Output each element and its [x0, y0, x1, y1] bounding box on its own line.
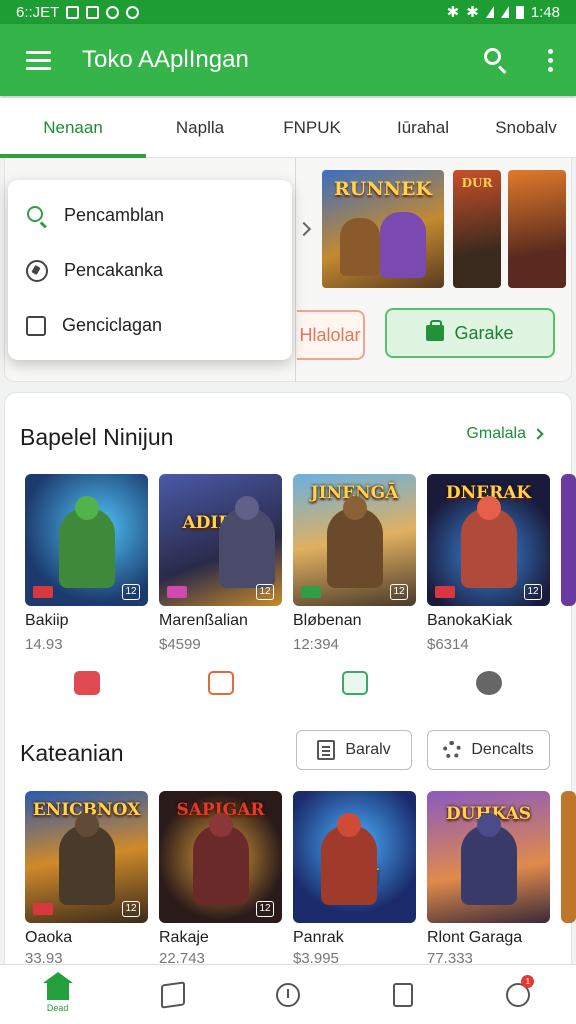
- game-character: [59, 825, 115, 905]
- install-icon[interactable]: [208, 671, 234, 695]
- gear-icon: [443, 741, 462, 759]
- menu-icon: [26, 50, 51, 54]
- chat-status-icon: [126, 5, 140, 19]
- app-name: Oaoka: [25, 929, 73, 946]
- app-tile-partial[interactable]: [561, 474, 576, 606]
- notification-status-icon: [86, 5, 100, 19]
- shopping-bag-icon: [426, 320, 445, 341]
- chevron-right-icon[interactable]: [296, 221, 312, 237]
- nav-library[interactable]: [373, 965, 433, 1024]
- search-button[interactable]: [476, 40, 516, 80]
- more-options-button[interactable]: [538, 40, 562, 80]
- page-title: Toko AAplIngan: [82, 46, 249, 73]
- compass-icon: [26, 259, 48, 282]
- bottom-navigation: Dead 1: [0, 964, 576, 1024]
- nav-explore[interactable]: [143, 965, 203, 1024]
- section-title-categories: Kateanian: [20, 740, 124, 766]
- tab-nenaan[interactable]: Nenaan: [0, 98, 146, 158]
- status-left-text: 6::JET: [16, 3, 60, 21]
- app-tile[interactable]: SAPIGAR 12: [159, 791, 282, 923]
- home-icon: [42, 972, 73, 1000]
- app-price: 12:394: [293, 636, 339, 653]
- leaf-icon[interactable]: [476, 671, 502, 695]
- app-bar: Toko AAplIngan: [0, 24, 576, 96]
- clock-icon: [275, 982, 300, 1007]
- search-icon: [26, 205, 48, 228]
- game-character: [461, 825, 517, 905]
- app-tile-partial[interactable]: [561, 791, 576, 923]
- banner-divider: [295, 158, 296, 382]
- search-icon: [484, 48, 501, 65]
- tablet-icon: [393, 982, 414, 1007]
- vibrate-icon: ✱: [466, 4, 479, 21]
- download-icon[interactable]: [342, 671, 368, 695]
- app-tile[interactable]: TON: [293, 791, 416, 923]
- bluetooth-icon: ✱: [446, 4, 460, 21]
- tab-iurahal[interactable]: Iūrahal: [370, 98, 476, 158]
- secondary-banner-button[interactable]: Hlalolar: [297, 310, 365, 360]
- app-name: BanokaKiak: [427, 612, 513, 629]
- game-character: [327, 508, 383, 588]
- app-tile[interactable]: DNERAK 12: [427, 474, 550, 606]
- app-tile[interactable]: 12: [25, 474, 148, 606]
- filter-button-baralv[interactable]: Baralv: [296, 730, 412, 770]
- see-all-link[interactable]: Gmalala: [466, 425, 544, 443]
- banner-art-2[interactable]: DUR: [453, 170, 501, 288]
- app-name: Bløbenan: [293, 612, 362, 629]
- banner-featured-art[interactable]: RUNNEK: [322, 170, 444, 288]
- more-vert-icon: [547, 48, 553, 54]
- map-icon: [160, 980, 185, 1009]
- nav-account[interactable]: 1: [488, 965, 548, 1024]
- app-price: $4599: [159, 636, 201, 653]
- clock: 1:48: [530, 3, 560, 21]
- game-character: [461, 508, 517, 588]
- tab-bar: Nenaan Naplla FNPUK Iūrahal Snobalv: [0, 98, 576, 158]
- banner-art-title: RUNNEK: [333, 178, 433, 200]
- app-tile[interactable]: ADIEKA 12: [159, 474, 282, 606]
- chevron-right-icon: [532, 428, 544, 440]
- app-tile[interactable]: JINENGĀ 12: [293, 474, 416, 606]
- menu-item-pencakanka[interactable]: Pencakanka: [8, 243, 292, 298]
- tab-naplla[interactable]: Naplla: [146, 98, 254, 158]
- battery-icon: [515, 5, 524, 19]
- app-name: Bakiip: [25, 612, 69, 629]
- hero-figure: [340, 218, 380, 276]
- app-name: Marenßalian: [159, 612, 248, 629]
- villain-figure: [380, 212, 426, 278]
- game-character: [193, 825, 249, 905]
- dropdown-menu: Pencamblan Pencakanka Genciclagan: [8, 180, 292, 360]
- menu-item-genciclagan[interactable]: Genciclagan: [8, 298, 292, 353]
- sync-status-icon: [106, 5, 120, 19]
- tab-fnpuk[interactable]: FNPUK: [254, 98, 370, 158]
- filter-button-dencalts[interactable]: Dencalts: [427, 730, 550, 770]
- app-name: Panrak: [293, 929, 344, 946]
- app-name: Rakaje: [159, 929, 209, 946]
- wifi-icon: [485, 6, 494, 18]
- gallery-status-icon: [66, 5, 80, 19]
- game-character: [321, 825, 377, 905]
- document-icon: [317, 740, 336, 760]
- banner-art-small: DUR: [461, 176, 493, 190]
- menu-button[interactable]: [14, 35, 64, 85]
- checkbox-icon[interactable]: [26, 315, 46, 336]
- app-price: $6314: [427, 636, 469, 653]
- section-title-popular: Bapelel Ninijun: [20, 424, 174, 450]
- banner-art-3[interactable]: [508, 170, 566, 288]
- tab-snobalv[interactable]: Snobalv: [476, 98, 576, 158]
- nav-updates[interactable]: [258, 965, 318, 1024]
- notification-badge: 1: [521, 974, 535, 988]
- primary-banner-button[interactable]: Garake: [385, 308, 555, 358]
- status-bar: 6::JET ✱ ✱ 1:48: [0, 0, 576, 24]
- app-tile[interactable]: ENICBNOX 12: [25, 791, 148, 923]
- game-character: [59, 508, 115, 588]
- nav-home[interactable]: Dead: [28, 965, 88, 1024]
- game-character: [219, 508, 275, 588]
- store-icon[interactable]: [74, 671, 100, 695]
- menu-item-pencamblan[interactable]: Pencamblan: [8, 188, 292, 243]
- signal-icon: [500, 6, 509, 18]
- app-tile[interactable]: DUHKAS: [427, 791, 550, 923]
- app-name: Rlont Garaga: [427, 929, 523, 946]
- app-price: 14.93: [25, 636, 63, 653]
